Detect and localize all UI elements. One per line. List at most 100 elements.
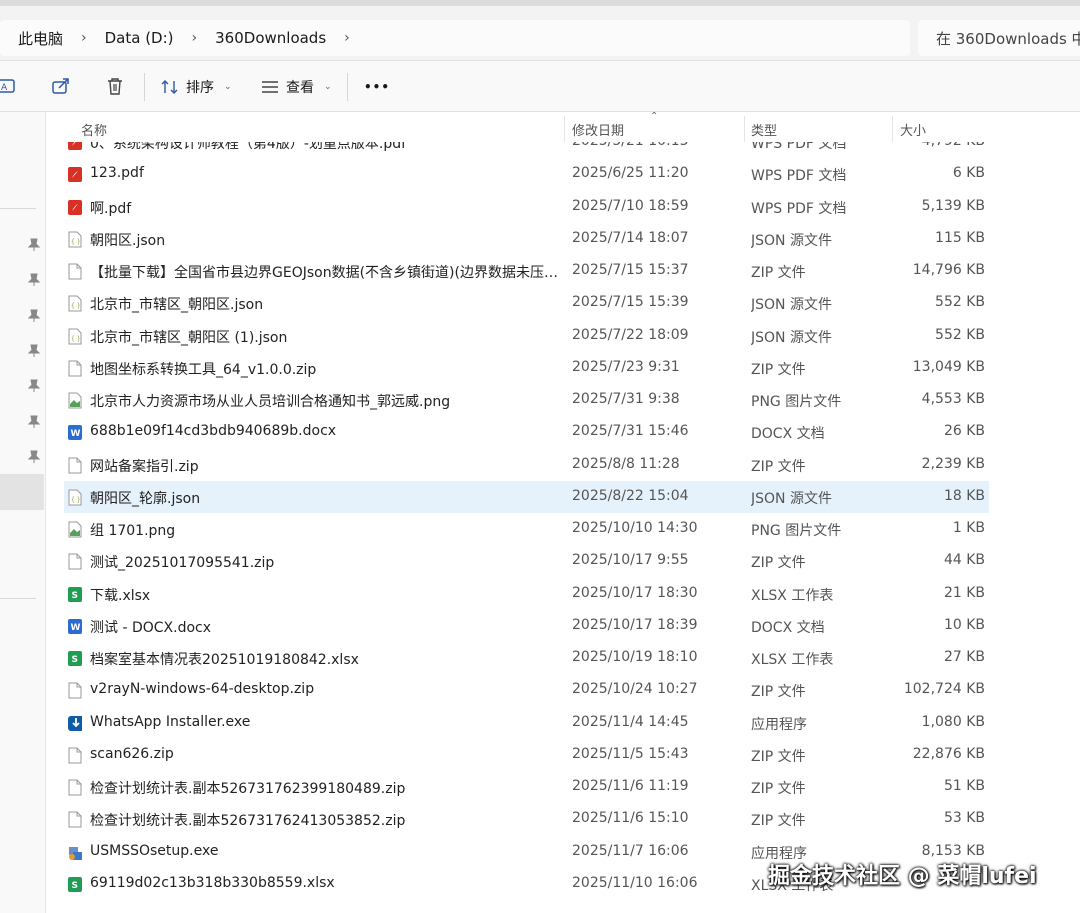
file-name: 组 1701.png <box>90 523 176 539</box>
sidebar-item-selected[interactable] <box>0 474 44 510</box>
search-input[interactable]: 在 360Downloads 中搜 <box>918 20 1080 56</box>
column-divider[interactable] <box>892 116 893 142</box>
file-size: 8,153 KB <box>921 842 985 859</box>
sidebar-divider <box>0 208 36 209</box>
column-name[interactable]: 名称 <box>81 120 107 139</box>
rename-icon[interactable]: A <box>0 75 18 97</box>
file-date: 2025/10/10 14:30 <box>572 520 698 536</box>
pin-icon[interactable] <box>28 238 40 252</box>
file-type: XLSX 工作表 <box>751 587 834 604</box>
file-row[interactable]: 啊.pdf 2025/7/10 18:59 WPS PDF 文档 5,139 KB <box>64 191 989 223</box>
chevron-right-icon[interactable]: › <box>182 30 208 46</box>
file-row[interactable]: 检查计划统计表.副本526731762399180489.zip 2025/11/… <box>64 771 989 803</box>
file-date: 2025/10/17 18:30 <box>572 584 698 601</box>
file-date: 2025/7/22 18:09 <box>572 326 689 343</box>
file-row[interactable]: scan626.zip 2025/11/5 15:43 ZIP 文件 22,876 K… <box>64 739 989 771</box>
breadcrumb-this-pc[interactable]: 此电脑 <box>0 28 71 49</box>
pin-icon[interactable] <box>28 379 40 393</box>
file-size: 115 KB <box>935 229 985 246</box>
chevron-right-icon[interactable]: › <box>71 30 97 46</box>
file-type: JSON 源文件 <box>751 329 832 346</box>
file-type: DOCX 文档 <box>751 619 825 636</box>
file-size: 21 KB <box>943 584 985 601</box>
file-size: 53 KB <box>943 810 985 827</box>
column-divider[interactable] <box>564 116 565 142</box>
file-row[interactable]: v2rayN-windows-64-desktop.zip 2025/10/24 … <box>64 674 989 706</box>
file-size: 44 KB <box>943 552 985 569</box>
file-row[interactable]: W 测试 - DOCX.docx 2025/10/17 18:39 DOCX 文档 10… <box>64 610 989 642</box>
file-name: 北京市人力资源市场从业人员培训合格通知书_郭远威.png <box>90 394 451 410</box>
view-button[interactable]: 查看 ⌄ <box>260 73 332 101</box>
pin-icon[interactable] <box>28 450 40 464</box>
file-date: 2025/7/31 15:46 <box>572 423 689 440</box>
file-row[interactable]: WhatsApp Installer.exe 2025/11/4 14:45 应用程… <box>64 707 989 739</box>
file-type: JSON 源文件 <box>751 490 832 507</box>
file-row[interactable]: { } 朝阳区.json 2025/7/14 18:07 JSON 源文件 115 KB <box>64 223 989 255</box>
file-type: ZIP 文件 <box>751 555 806 572</box>
file-row[interactable]: { } 北京市_市辖区_朝阳区.json 2025/7/15 15:39 JSON 源… <box>64 287 989 319</box>
file-row[interactable]: 检查计划统计表.副本526731762413053852.zip 2025/11/… <box>64 803 989 835</box>
column-divider[interactable] <box>744 116 745 142</box>
file-type: ZIP 文件 <box>751 748 806 765</box>
column-type[interactable]: 类型 <box>751 120 777 139</box>
file-size: 13,049 KB <box>912 358 985 375</box>
file-name: 北京市_市辖区_朝阳区.json <box>90 297 264 314</box>
file-name: 北京市_市辖区_朝阳区 (1).json <box>90 329 288 346</box>
file-size: 2,239 KB <box>921 455 985 472</box>
file-date: 2025/11/4 14:45 <box>572 713 689 730</box>
file-date: 2025/7/10 18:59 <box>572 197 689 214</box>
more-options-button[interactable]: ••• <box>364 73 390 101</box>
file-row[interactable]: 网站备案指引.zip 2025/8/8 11:28 ZIP 文件 2,239 KB <box>64 449 989 481</box>
svg-text:{ }: { } <box>71 335 81 342</box>
pin-icon[interactable] <box>28 344 40 358</box>
svg-text:S: S <box>72 591 78 601</box>
breadcrumb-drive[interactable]: Data (D:) <box>97 29 182 47</box>
file-name: 688b1e09f14cd3bdb940689b.docx <box>90 423 337 440</box>
chevron-right-icon[interactable]: › <box>334 30 360 46</box>
breadcrumb[interactable]: 此电脑 › Data (D:) › 360Downloads › <box>0 20 910 56</box>
column-size[interactable]: 大小 <box>900 120 926 139</box>
file-row[interactable]: 地图坐标系转换工具_64_v1.0.0.zip 2025/7/23 9:31 ZIP… <box>64 352 989 384</box>
file-type: 应用程序 <box>751 716 807 733</box>
file-date: 2025/6/25 11:20 <box>572 165 689 182</box>
pin-icon[interactable] <box>28 309 40 323</box>
pin-icon[interactable] <box>28 415 40 429</box>
sort-label: 排序 <box>186 80 214 96</box>
column-date[interactable]: 修改日期 <box>572 120 624 139</box>
file-date: 2025/11/5 15:43 <box>572 745 689 762</box>
file-row[interactable]: W 688b1e09f14cd3bdb940689b.docx 2025/7/31 … <box>64 416 989 448</box>
file-type: ZIP 文件 <box>751 265 806 281</box>
file-list: 0、系统架构设计师教程（第4版）-划重点版本.pdf2025/5/21 10:1… <box>46 112 1080 913</box>
pin-icon[interactable] <box>28 273 40 287</box>
share-icon[interactable] <box>50 75 72 97</box>
view-label: 查看 <box>286 80 314 96</box>
file-row[interactable]: S 档案室基本情况表20251019180842.xlsx 2025/10/19 1… <box>64 642 989 674</box>
file-row[interactable]: { } 朝阳区_轮廓.json 2025/8/22 15:04 JSON 源文件 18 … <box>64 480 989 513</box>
file-date: 2025/8/22 15:04 <box>572 487 689 504</box>
file-type: ZIP 文件 <box>751 684 806 701</box>
file-size: 27 KB <box>943 649 985 665</box>
file-size: 4,553 KB <box>921 391 985 407</box>
svg-text:{ }: { } <box>71 238 81 245</box>
file-name: 检查计划统计表.副本526731762413053852.zip <box>90 813 406 830</box>
delete-icon[interactable] <box>104 75 126 97</box>
file-date: 2025/10/24 10:27 <box>572 681 698 698</box>
file-type: PNG 图片文件 <box>751 394 842 410</box>
file-row[interactable]: { } 北京市_市辖区_朝阳区 (1).json 2025/7/22 18:09 JS… <box>64 320 989 352</box>
sort-button[interactable]: 排序 ⌄ <box>160 73 232 101</box>
file-row[interactable]: 【批量下载】全国省市县边界GEOJson数据(不含乡镇街道)(边界数据未压缩).… <box>64 255 989 287</box>
file-size: 5,139 KB <box>921 197 985 214</box>
file-size: 22,876 KB <box>912 745 985 762</box>
file-row[interactable]: 123.pdf 2025/6/25 11:20 WPS PDF 文档 6 KB <box>64 158 989 190</box>
file-row[interactable]: 北京市人力资源市场从业人员培训合格通知书_郭远威.png 2025/7/31 9:… <box>64 384 989 416</box>
file-row[interactable]: 测试_20251017095541.zip 2025/10/17 9:55 ZIP … <box>64 545 989 577</box>
breadcrumb-folder[interactable]: 360Downloads <box>207 29 334 47</box>
file-row[interactable]: S 下载.xlsx 2025/10/17 18:30 XLSX 工作表 21 KB <box>64 578 989 610</box>
file-name: 朝阳区.json <box>90 232 166 249</box>
file-row[interactable]: 组 1701.png 2025/10/10 14:30 PNG 图片文件 1 KB <box>64 513 989 545</box>
file-date: 2025/7/14 18:07 <box>572 229 689 246</box>
file-date: 2025/7/23 9:31 <box>572 358 680 375</box>
file-type: JSON 源文件 <box>751 297 832 314</box>
svg-text:S: S <box>72 655 78 665</box>
toolbar-divider <box>144 73 145 101</box>
